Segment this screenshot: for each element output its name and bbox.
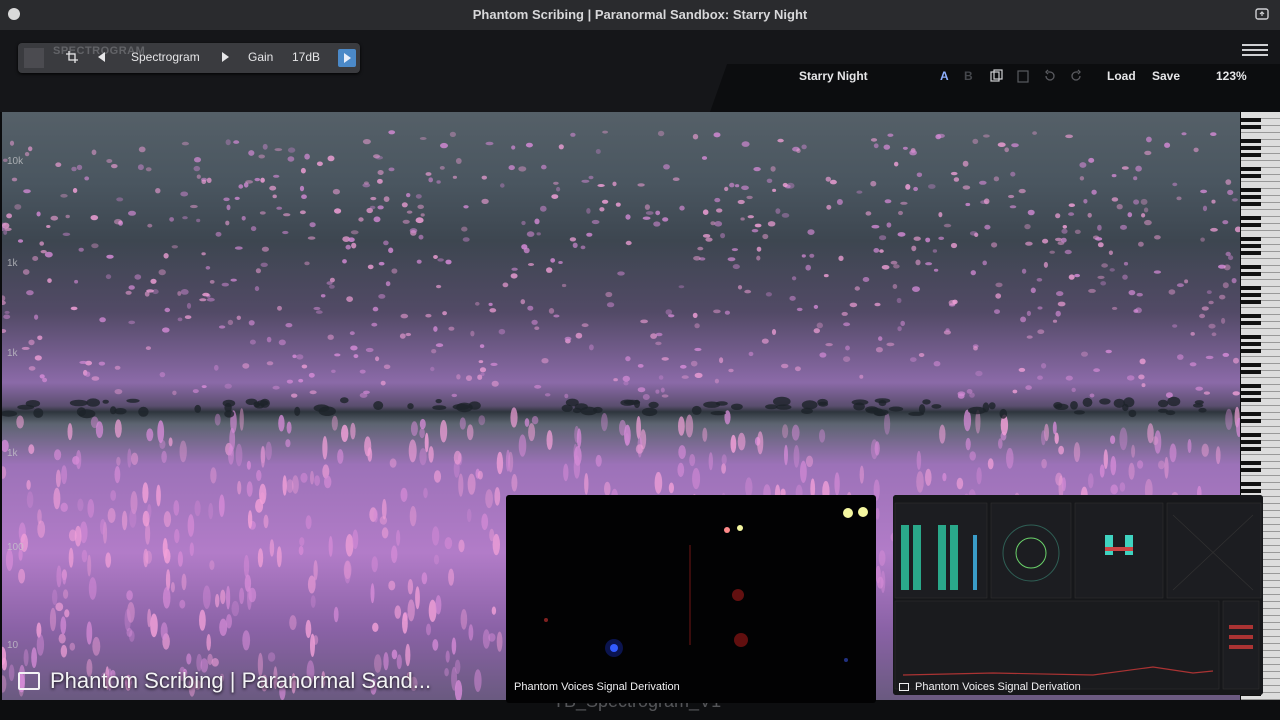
screen-share-label: Phantom Scribing | Paranormal Sand... [50,668,432,693]
video-tile-screen[interactable]: Phantom Voices Signal Derivation [893,495,1263,695]
freq-label-10k: 10k [7,156,24,167]
piano-black-key [1241,286,1261,290]
piano-black-key [1241,293,1261,297]
piano-black-key [1241,174,1261,178]
piano-black-key [1241,440,1261,444]
hamburger-menu-icon[interactable] [1242,44,1268,58]
copy-icon[interactable] [990,69,1004,83]
piano-black-key [1241,363,1261,367]
piano-black-key [1241,237,1261,241]
freq-label-10: 10 [7,640,19,651]
redo-icon[interactable] [1069,69,1083,83]
fullscreen-icon[interactable] [1254,6,1270,22]
freq-label: 1k [7,348,18,359]
previous-view-button[interactable] [93,48,111,66]
piano-black-key [1241,244,1261,248]
freq-label: 1k [7,448,18,459]
camera-feed-image [544,507,868,662]
preset-name[interactable]: Starry Night [799,69,868,83]
piano-black-key [1241,489,1261,493]
piano-black-key [1241,447,1261,451]
spectrogram-toolbar: SPECTROGRAM Spectrogram Gain 17dB [18,43,360,73]
piano-black-key [1241,265,1261,269]
zoom-level[interactable]: 123% [1216,69,1247,83]
plugin-header: SPECTROGRAM Spectrogram Gain 17dB Starry… [0,30,1280,112]
piano-black-key [1241,335,1261,339]
load-button[interactable]: Load [1107,69,1136,83]
piano-black-key [1241,251,1261,255]
screen-share-icon [899,683,909,691]
piano-black-key [1241,461,1261,465]
analyzer-screenshot-image [893,495,1263,695]
piano-black-key [1241,167,1261,171]
piano-black-key [1241,370,1261,374]
piano-black-key [1241,118,1261,122]
brand-logo-icon [24,48,44,68]
piano-black-key [1241,216,1261,220]
screen-share-banner: Phantom Scribing | Paranormal Sand... [18,668,431,694]
piano-black-key [1241,433,1261,437]
preset-a-button[interactable]: A [940,69,949,83]
piano-black-key [1241,482,1261,486]
piano-black-key [1241,419,1261,423]
video-caption: Phantom Voices Signal Derivation [514,681,680,693]
video-caption: Phantom Voices Signal Derivation [899,681,1081,693]
crop-icon[interactable] [63,48,81,66]
piano-black-key [1241,125,1261,129]
video-tile-camera[interactable]: Phantom Voices Signal Derivation [506,495,876,703]
piano-black-key [1241,391,1261,395]
preset-b-button[interactable]: B [964,69,973,83]
piano-black-key [1241,272,1261,276]
video-caption-label: Phantom Voices Signal Derivation [915,681,1081,693]
piano-black-key [1241,300,1261,304]
piano-black-key [1241,468,1261,472]
view-mode-label[interactable]: Spectrogram [131,50,200,64]
piano-black-key [1241,412,1261,416]
play-button[interactable] [338,49,356,67]
window-title: Phantom Scribing | Paranormal Sandbox: S… [472,7,808,22]
piano-black-key [1241,321,1261,325]
piano-black-key [1241,188,1261,192]
piano-black-key [1241,398,1261,402]
title-bar: Phantom Scribing | Paranormal Sandbox: S… [0,0,1280,31]
save-button[interactable]: Save [1152,69,1180,83]
piano-black-key [1241,223,1261,227]
paste-icon[interactable] [1016,69,1030,83]
gain-value[interactable]: 17dB [292,50,320,64]
undo-icon[interactable] [1043,69,1057,83]
piano-black-key [1241,139,1261,143]
next-view-button[interactable] [216,48,234,66]
screen-share-icon [18,672,40,690]
freq-label-100: 100 [7,542,24,553]
piano-black-key [1241,314,1261,318]
piano-black-key [1241,384,1261,388]
piano-black-key [1241,202,1261,206]
piano-black-key [1241,349,1261,353]
gain-label: Gain [248,50,274,64]
freq-label: 1k [7,258,18,269]
piano-black-key [1241,153,1261,157]
piano-black-key [1241,146,1261,150]
piano-black-key [1241,342,1261,346]
piano-black-key [1241,195,1261,199]
